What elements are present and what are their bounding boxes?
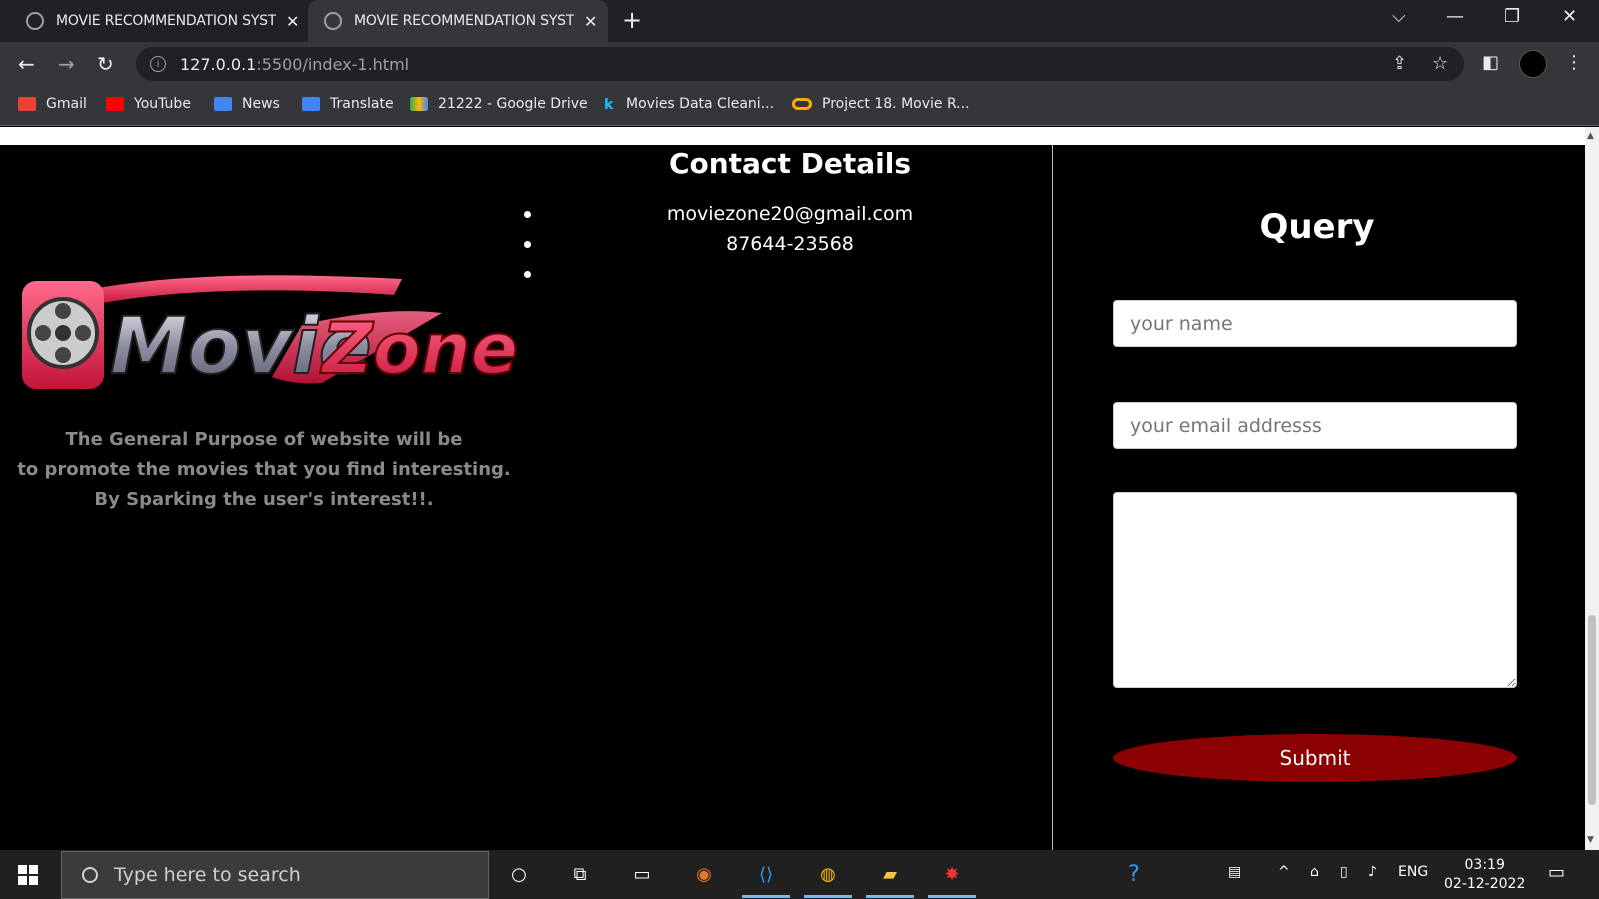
address-bar[interactable]: i 127.0.0.1:5500/index-1.html ⇪ ☆: [136, 47, 1464, 81]
bookmark-youtube[interactable]: YouTube: [106, 96, 191, 112]
bookmark-label: YouTube: [134, 96, 191, 112]
description-line: to promote the movies that you find inte…: [17, 459, 511, 480]
contact-email: moviezone20@gmail.com: [520, 199, 1060, 229]
clock-time: 03:19: [1464, 857, 1505, 873]
drive-icon: [410, 97, 428, 111]
contact-phone: 87644-23568: [520, 229, 1060, 259]
task-view-icon[interactable]: ⧉: [566, 860, 594, 888]
logo-text-zone: Zone: [320, 308, 518, 390]
windows-start-icon[interactable]: [18, 865, 38, 885]
gmail-icon: [18, 97, 36, 111]
moviezone-logo: Movie Zone: [22, 275, 519, 393]
bookmarks-bar: Gmail YouTube News Translate 21222 - Goo…: [0, 86, 1599, 126]
minimize-icon[interactable]: —: [1446, 6, 1464, 27]
bookmark-news[interactable]: News: [214, 96, 280, 112]
tab-search-icon[interactable]: ⌵: [1392, 6, 1406, 27]
bookmark-label: Gmail: [46, 96, 87, 112]
contact-section: Contact Details moviezone20@gmail.com 87…: [0, 145, 1585, 850]
restore-icon[interactable]: ❐: [1504, 6, 1520, 27]
contact-list: moviezone20@gmail.com 87644-23568: [520, 199, 1060, 289]
window-close-icon[interactable]: ✕: [1562, 6, 1577, 27]
file-explorer-icon[interactable]: ▰: [866, 860, 914, 898]
browser-tab-2[interactable]: MOVIE RECOMMENDATION SYSTEM ✕: [308, 0, 608, 42]
bookmark-translate[interactable]: Translate: [302, 96, 394, 112]
scrollbar-thumb[interactable]: [1588, 615, 1596, 805]
taskbar-search-box[interactable]: Type here to search: [61, 851, 489, 899]
clock[interactable]: 03:19 02-12-2022: [1444, 856, 1525, 894]
vscode-icon[interactable]: ⟨⟩: [742, 860, 790, 898]
search-placeholder: Type here to search: [114, 864, 301, 886]
url-path: :5500/index-1.html: [256, 54, 410, 74]
description-line: The General Purpose of website will be: [65, 429, 463, 450]
contact-empty-item: [520, 259, 1060, 289]
terminal-icon[interactable]: ▭: [628, 860, 656, 888]
bookmark-label: Movies Data Cleani...: [626, 96, 775, 112]
clock-date: 02-12-2022: [1444, 876, 1526, 892]
profile-avatar[interactable]: [1519, 50, 1547, 78]
media-player-icon[interactable]: ◉: [690, 860, 718, 888]
volume-icon[interactable]: ♪: [1368, 864, 1377, 880]
colab-icon: [792, 98, 812, 110]
page-scrollbar[interactable]: ▲ ▼: [1585, 127, 1599, 850]
app-web-icon[interactable]: ✸: [928, 860, 976, 898]
browser-toolbar: ← → ↻ i 127.0.0.1:5500/index-1.html ⇪ ☆ …: [0, 42, 1599, 86]
news-widget-icon[interactable]: ▤: [1228, 864, 1241, 880]
kaggle-icon: k: [604, 97, 614, 113]
search-icon: [82, 867, 98, 883]
bookmark-colab[interactable]: Project 18. Movie R...: [792, 96, 970, 112]
side-panel-icon[interactable]: ◧: [1482, 52, 1499, 73]
back-icon[interactable]: ←: [18, 52, 35, 76]
bookmark-kaggle[interactable]: k Movies Data Cleani...: [604, 96, 775, 113]
name-field[interactable]: [1113, 300, 1517, 347]
bookmark-label: 21222 - Google Drive: [438, 96, 588, 112]
reload-icon[interactable]: ↻: [97, 52, 114, 76]
tab-title: MOVIE RECOMMENDATION SYSTEM: [56, 13, 276, 29]
help-icon[interactable]: ?: [1120, 860, 1148, 888]
scroll-up-icon[interactable]: ▲: [1587, 131, 1594, 141]
email-field[interactable]: [1113, 402, 1517, 449]
chrome-icon[interactable]: ◍: [804, 860, 852, 898]
notifications-icon[interactable]: ▭: [1548, 862, 1565, 883]
globe-icon: [26, 12, 44, 30]
share-icon[interactable]: ⇪: [1392, 53, 1407, 74]
bookmark-google-drive[interactable]: 21222 - Google Drive: [410, 96, 588, 112]
forward-icon[interactable]: →: [58, 52, 75, 76]
page-viewport: Contact Details moviezone20@gmail.com 87…: [0, 127, 1585, 850]
battery-icon[interactable]: ▯: [1340, 864, 1348, 880]
close-icon[interactable]: ✕: [286, 12, 299, 31]
query-heading: Query: [1259, 207, 1375, 247]
query-panel: Query Submit: [1052, 145, 1580, 850]
bookmark-label: Project 18. Movie R...: [822, 96, 970, 112]
youtube-icon: [106, 97, 124, 111]
bookmark-gmail[interactable]: Gmail: [18, 96, 87, 112]
new-tab-icon[interactable]: +: [622, 6, 642, 34]
cortana-icon[interactable]: ○: [505, 860, 533, 888]
language-indicator[interactable]: ENG: [1398, 864, 1428, 880]
translate-icon: [302, 97, 320, 111]
scroll-down-icon[interactable]: ▼: [1587, 835, 1594, 845]
globe-icon: [324, 12, 342, 30]
menu-icon[interactable]: ⋮: [1565, 52, 1583, 73]
close-icon[interactable]: ✕: [584, 12, 597, 31]
site-info-icon[interactable]: i: [150, 56, 166, 72]
bookmark-label: News: [242, 96, 280, 112]
site-description: The General Purpose of website will be t…: [0, 425, 528, 515]
network-icon[interactable]: ⌂: [1310, 864, 1319, 880]
message-textarea[interactable]: [1113, 492, 1517, 688]
bookmark-label: Translate: [330, 96, 394, 112]
tray-chevron-icon[interactable]: ^: [1278, 864, 1290, 880]
url-host: 127.0.0.1: [180, 54, 257, 74]
description-line: By Sparking the user's interest!!.: [94, 489, 434, 510]
news-icon: [214, 97, 232, 111]
browser-tab-1[interactable]: MOVIE RECOMMENDATION SYSTEM ✕: [10, 0, 310, 42]
tab-title: MOVIE RECOMMENDATION SYSTEM: [354, 13, 574, 29]
browser-tab-strip: MOVIE RECOMMENDATION SYSTEM ✕ MOVIE RECO…: [0, 0, 1599, 42]
submit-button[interactable]: Submit: [1113, 734, 1517, 782]
bookmark-star-icon[interactable]: ☆: [1432, 53, 1448, 74]
windows-taskbar: Type here to search ○ ⧉ ▭ ◉ ⟨⟩ ◍ ▰ ✸ ? ▤…: [0, 850, 1599, 899]
